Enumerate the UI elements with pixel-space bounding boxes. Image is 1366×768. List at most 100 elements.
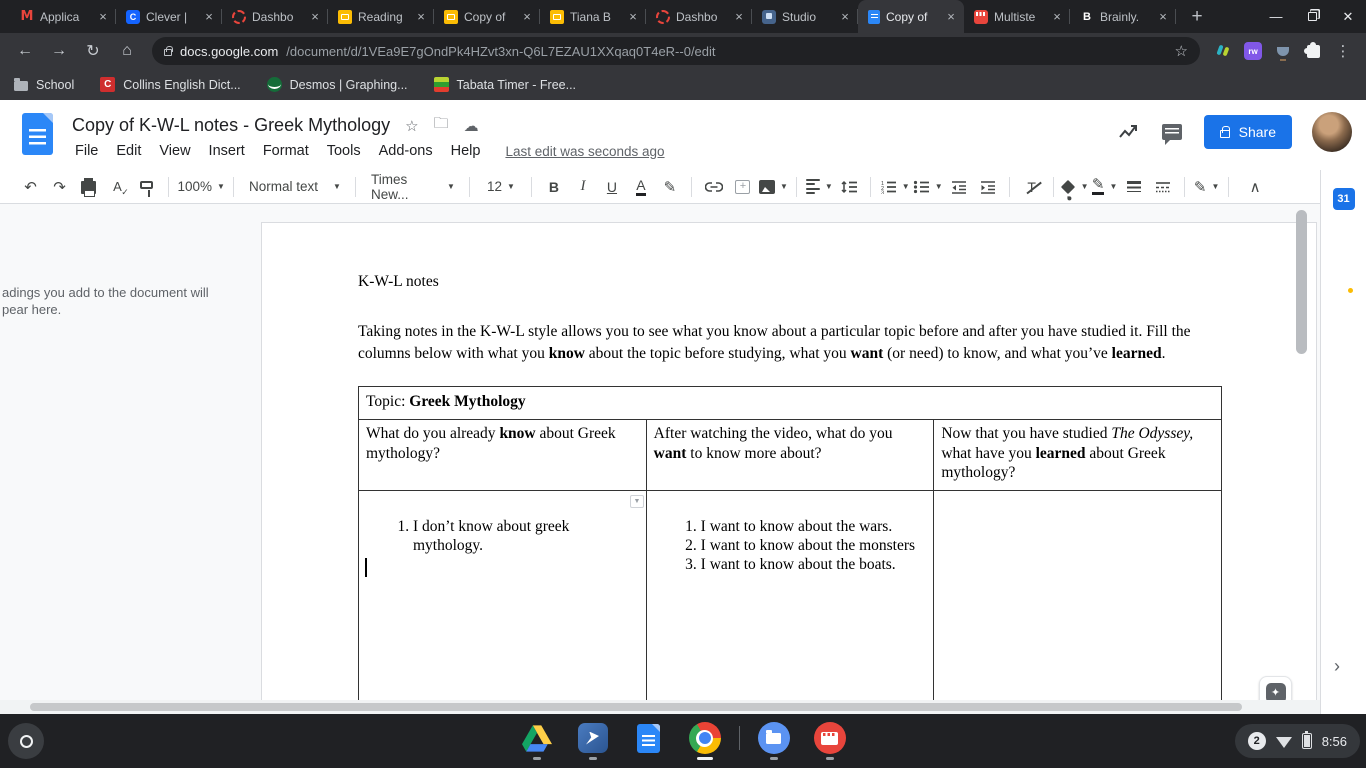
files-app-icon[interactable] [757, 722, 790, 760]
want-body-cell[interactable]: I want to know about the wars.I want to … [645, 490, 935, 713]
kami-extension-icon[interactable] [1210, 38, 1236, 64]
star-document-icon[interactable]: ☆ [405, 117, 418, 135]
hide-menus-icon[interactable]: ∧ [1242, 174, 1268, 200]
bold-icon[interactable]: B [541, 174, 567, 200]
close-tab-icon[interactable]: × [307, 9, 323, 25]
line-spacing-icon[interactable] [836, 174, 862, 200]
home-icon[interactable]: ⌂ [113, 37, 141, 65]
menu-tools[interactable]: Tools [318, 141, 370, 161]
close-tab-icon[interactable]: × [837, 9, 853, 25]
border-dash-icon[interactable] [1150, 174, 1176, 200]
document-page[interactable]: K-W-L notes Taking notes in the K-W-L st… [261, 222, 1317, 714]
text-color-icon[interactable]: A [628, 174, 654, 200]
insert-link-icon[interactable] [701, 174, 727, 200]
font-family-select[interactable]: Times New... ▼ [365, 172, 461, 202]
tab-reading[interactable]: Reading × [328, 0, 434, 33]
open-comments-icon[interactable] [1160, 120, 1184, 145]
extensions-puzzle-icon[interactable] [1300, 38, 1326, 64]
kwl-table[interactable]: Topic: Greek Mythology What do you alrea… [358, 386, 1222, 713]
paint-format-icon[interactable] [134, 174, 160, 200]
secure-lock-icon[interactable] [164, 46, 173, 56]
screencast-app-icon[interactable] [813, 722, 846, 760]
bookmark-collins[interactable]: C Collins English Dict... [100, 77, 241, 92]
learned-body-cell[interactable] [933, 490, 1222, 713]
arrow-app-icon[interactable] [577, 722, 609, 760]
clear-formatting-icon[interactable]: T [1019, 174, 1045, 200]
know-header-cell[interactable]: What do you already know about Greek myt… [358, 419, 647, 491]
tab-dashboard-1[interactable]: Dashbo × [222, 0, 328, 33]
move-to-folder-icon[interactable]: 🗀 [434, 113, 449, 138]
status-tray[interactable]: 2 8:56 [1234, 724, 1360, 758]
table-cell-menu-button[interactable]: ▼ [630, 495, 644, 508]
tab-studio[interactable]: Studio × [752, 0, 858, 33]
bulleted-list-icon[interactable]: ▼ [913, 174, 943, 200]
reload-icon[interactable]: ↻ [79, 37, 107, 65]
close-tab-icon[interactable]: × [731, 9, 747, 25]
account-avatar[interactable] [1312, 112, 1352, 152]
back-icon[interactable]: ← [11, 37, 39, 65]
increase-indent-icon[interactable] [975, 174, 1001, 200]
close-tab-icon[interactable]: × [1049, 9, 1065, 25]
address-bar[interactable]: docs.google.com /document/d/1VEa9E7gOndP… [152, 37, 1200, 65]
tab-copy-of-1[interactable]: Copy of × [434, 0, 540, 33]
close-tab-icon[interactable]: × [943, 9, 959, 25]
close-tab-icon[interactable]: × [201, 9, 217, 25]
tab-brainly[interactable]: B Brainly. × [1070, 0, 1176, 33]
menu-format[interactable]: Format [254, 141, 318, 161]
add-comment-icon[interactable]: + [730, 174, 756, 200]
new-tab-button[interactable]: + [1182, 2, 1212, 32]
editing-mode-icon[interactable]: ✎ ▼ [1194, 174, 1220, 200]
tab-multistep[interactable]: Multiste × [964, 0, 1070, 33]
read-write-extension-icon[interactable]: rw [1240, 38, 1266, 64]
spelling-check-icon[interactable]: A [105, 174, 131, 200]
tab-dashboard-2[interactable]: Dashbo × [646, 0, 752, 33]
redo-icon[interactable]: ↷ [47, 174, 73, 200]
trophy-extension-icon[interactable] [1270, 38, 1296, 64]
zoom-select[interactable]: 100% ▼ [178, 174, 225, 200]
border-width-icon[interactable] [1121, 174, 1147, 200]
undo-icon[interactable]: ↶ [18, 174, 44, 200]
numbered-list-icon[interactable]: 123 ▼ [880, 174, 910, 200]
font-size-select[interactable]: 12 ▼ [479, 174, 523, 200]
minimize-window-icon[interactable]: — [1258, 0, 1294, 33]
google-docs-logo-icon[interactable] [22, 113, 53, 155]
menu-help[interactable]: Help [442, 141, 490, 161]
topic-cell[interactable]: Topic: Greek Mythology [358, 386, 1222, 420]
want-header-cell[interactable]: After watching the video, what do you wa… [645, 419, 935, 491]
forward-icon[interactable]: → [45, 37, 73, 65]
browser-menu-icon[interactable]: ⋮ [1330, 38, 1356, 64]
close-tab-icon[interactable]: × [625, 9, 641, 25]
tab-clever[interactable]: C Clever | × [116, 0, 222, 33]
cloud-saved-icon[interactable]: ☁ [464, 117, 479, 135]
print-icon[interactable] [76, 174, 102, 200]
paragraph-style-select[interactable]: Normal text ▼ [243, 174, 347, 200]
document-stats-icon[interactable] [1116, 120, 1140, 144]
learned-header-cell[interactable]: Now that you have studied The Odyssey, w… [933, 419, 1222, 491]
last-edit-link[interactable]: Last edit was seconds ago [505, 144, 664, 159]
bookmark-star-icon[interactable]: ☆ [1175, 42, 1188, 60]
bookmark-desmos[interactable]: Desmos | Graphing... [266, 77, 408, 92]
fill-color-icon[interactable]: ▼ [1060, 174, 1089, 200]
document-title[interactable]: Copy of K-W-L notes - Greek Mythology [72, 115, 390, 136]
align-icon[interactable]: ▼ [805, 174, 833, 200]
drive-app-icon[interactable] [521, 722, 553, 760]
highlight-color-icon[interactable]: ✎ [657, 174, 683, 200]
italic-icon[interactable]: I [570, 174, 596, 200]
collapse-side-panel-icon[interactable]: › [1334, 656, 1340, 677]
know-body-cell[interactable]: I don’t know about greek mythology. [358, 490, 647, 713]
tab-tiana[interactable]: Tiana B × [540, 0, 646, 33]
menu-view[interactable]: View [150, 141, 199, 161]
underline-icon[interactable]: U [599, 174, 625, 200]
menu-insert[interactable]: Insert [200, 141, 254, 161]
tab-copy-of-active[interactable]: Copy of × [858, 0, 964, 33]
close-tab-icon[interactable]: × [95, 9, 111, 25]
chrome-app-icon[interactable] [688, 722, 721, 760]
close-window-icon[interactable]: ✕ [1330, 0, 1366, 33]
restore-window-icon[interactable] [1294, 0, 1330, 33]
calendar-icon[interactable]: 31 [1332, 188, 1355, 210]
share-button[interactable]: Share [1203, 115, 1292, 149]
menu-edit[interactable]: Edit [107, 141, 150, 161]
tab-application[interactable]: M Applica × [10, 0, 116, 33]
close-tab-icon[interactable]: × [1155, 9, 1171, 25]
menu-file[interactable]: File [66, 141, 107, 161]
